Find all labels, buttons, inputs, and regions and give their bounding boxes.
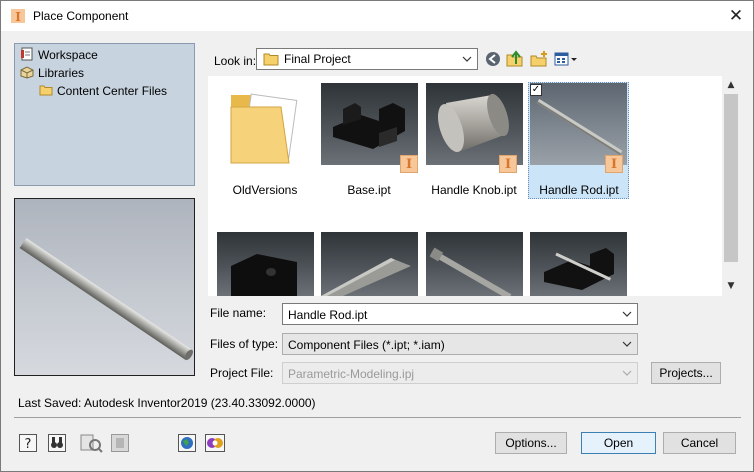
inventor-part-badge-icon: I (400, 155, 418, 173)
files-of-type-label: Files of type: (210, 337, 279, 351)
cancel-button[interactable]: Cancel (663, 432, 736, 454)
chevron-down-icon (622, 341, 632, 347)
file-name-input[interactable]: Handle Rod.ipt (282, 303, 638, 325)
selection-checkbox[interactable]: ✓ (530, 84, 542, 96)
file-search-icon[interactable] (79, 433, 103, 453)
nav-label-workspace: Workspace (38, 48, 98, 62)
file-name-label: File name: (210, 306, 267, 320)
file-item-handle-rod[interactable] (530, 83, 627, 165)
projects-button[interactable]: Projects... (651, 362, 721, 384)
file-name-handle-rod: Handle Rod.ipt (539, 183, 619, 197)
nav-item-content-center-files[interactable]: Content Center Files (39, 82, 167, 100)
files-of-type-dropdown[interactable]: Component Files (*.ipt; *.iam) (282, 333, 638, 355)
file-item-base[interactable] (321, 83, 418, 165)
handle-rod-thumbnail (536, 98, 623, 156)
handle-knob-thumbnail (437, 93, 509, 153)
scroll-thumb[interactable] (724, 94, 738, 262)
libraries-icon (20, 66, 34, 79)
nav-label-content-center-files: Content Center Files (57, 84, 168, 98)
file-name-oldversions: OldVersions (232, 183, 298, 197)
folder-icon (39, 85, 53, 96)
look-in-dropdown[interactable]: Final Project (256, 48, 478, 70)
file-item-oldversions[interactable] (217, 83, 314, 165)
file-name-base: Base.ipt (347, 183, 391, 197)
folder-icon (263, 53, 279, 66)
part-thumbnail (321, 258, 411, 296)
badge-letter: I (405, 157, 413, 172)
base-part-thumbnail (333, 103, 405, 149)
nav-item-workspace[interactable]: Workspace (20, 46, 98, 64)
svg-text:?: ? (25, 437, 32, 452)
look-in-value: Final Project (284, 52, 351, 66)
svg-text:I: I (15, 10, 21, 24)
new-folder-icon[interactable] (529, 49, 549, 69)
project-file-label: Project File: (210, 366, 274, 380)
file-item-thumbnail-6[interactable] (321, 232, 418, 296)
open-button[interactable]: Open (581, 432, 656, 454)
filter-icon (111, 434, 129, 452)
file-item-thumbnail-7[interactable] (426, 232, 523, 296)
chevron-down-icon (622, 370, 632, 376)
nav-item-libraries[interactable]: Libraries (20, 64, 84, 82)
file-item-thumbnail-8[interactable] (530, 232, 627, 296)
inventor-app-icon: I (11, 9, 25, 24)
dialog-title: Place Component (33, 9, 129, 23)
file-name-value: Handle Rod.ipt (288, 308, 368, 322)
badge-letter: I (504, 157, 512, 172)
place-component-dialog: I Place Component ✕ Workspace Libraries … (0, 0, 754, 472)
globe-icon[interactable] (177, 433, 197, 453)
options-button[interactable]: Options... (495, 432, 567, 454)
find-binoculars-icon[interactable] (47, 433, 67, 453)
workspace-icon (21, 47, 33, 61)
badge-letter: I (610, 157, 618, 172)
folder-thumbnail-icon (230, 93, 298, 164)
last-saved-status: Last Saved: Autodesk Inventor2019 (23.40… (18, 396, 316, 410)
part-thumbnail (429, 247, 512, 296)
help-icon[interactable]: ? (18, 433, 38, 453)
location-tree: Workspace Libraries Content Center Files (14, 43, 195, 186)
inventor-part-badge-icon: I (605, 155, 623, 173)
look-in-label: Look in: (214, 54, 257, 68)
file-item-handle-knob[interactable] (426, 83, 523, 165)
back-icon[interactable] (483, 49, 503, 69)
part-thumbnail (231, 254, 297, 296)
part-thumbnail (544, 248, 614, 290)
close-button[interactable]: ✕ (723, 5, 749, 27)
scroll-up-icon[interactable]: ▲ (725, 79, 737, 91)
scroll-down-icon[interactable]: ▼ (725, 280, 737, 292)
component-preview (14, 198, 195, 376)
up-folder-icon[interactable] (505, 49, 525, 69)
iproperties-icon[interactable] (204, 433, 226, 453)
file-name-handle-knob: Handle Knob.ipt (431, 183, 517, 197)
divider (14, 417, 741, 418)
nav-label-libraries: Libraries (38, 66, 85, 80)
file-item-thumbnail-5[interactable] (217, 232, 314, 296)
inventor-part-badge-icon: I (499, 155, 517, 173)
project-file-dropdown: Parametric-Modeling.ipj (282, 362, 638, 384)
chevron-down-icon (462, 56, 472, 62)
chevron-down-icon[interactable] (620, 306, 634, 322)
title-bar: I Place Component ✕ (1, 1, 753, 31)
files-of-type-value: Component Files (*.ipt; *.iam) (288, 338, 445, 352)
file-view-scrollbar[interactable]: ▲ ▼ (722, 76, 740, 296)
project-file-value: Parametric-Modeling.ipj (288, 367, 415, 381)
rod-preview-image (19, 238, 193, 361)
views-menu-icon[interactable] (553, 49, 579, 69)
